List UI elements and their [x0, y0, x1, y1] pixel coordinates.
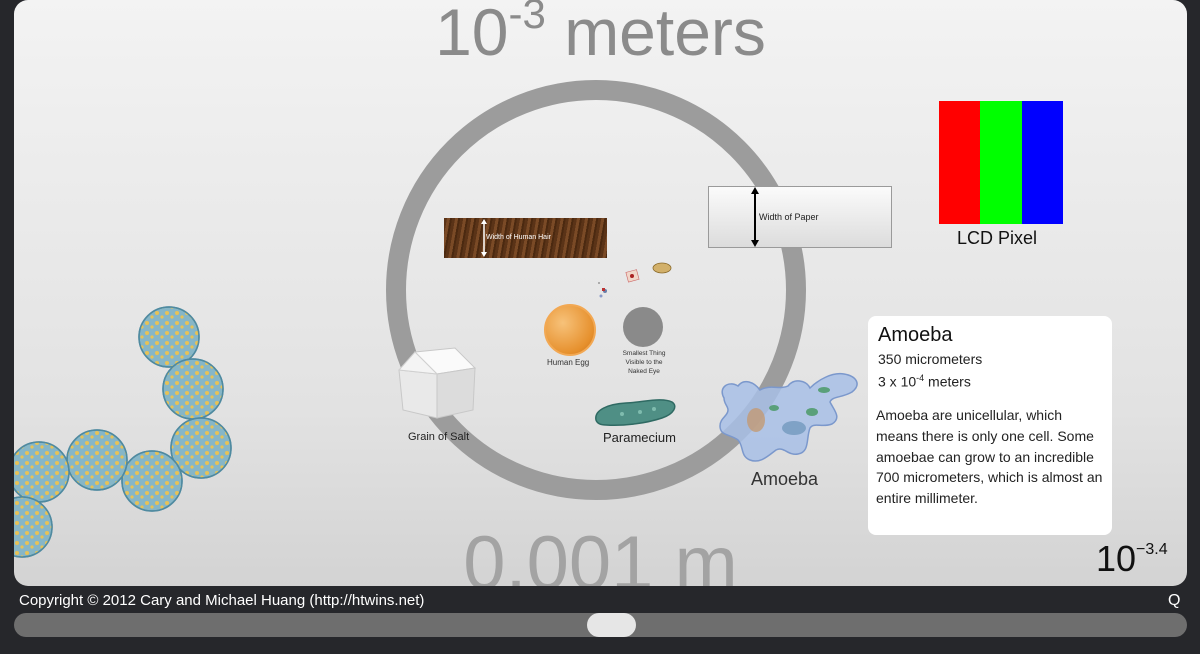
scale-viewport[interactable]: 10-3 meters 0.001 m Width of Human Hair	[14, 0, 1187, 586]
amoeba-image[interactable]	[714, 368, 864, 468]
paramecium-image[interactable]	[592, 394, 678, 430]
tiny-objects-cluster[interactable]	[589, 260, 674, 310]
quality-toggle[interactable]: Q	[1168, 592, 1180, 610]
paramecium-label: Paramecium	[603, 430, 676, 445]
zoom-slider-thumb[interactable]	[587, 613, 637, 637]
info-description: Amoeba are unicellular, which means ther…	[876, 407, 1103, 507]
current-scale: 10−3.4	[1096, 538, 1168, 579]
paper-label: Width of Paper	[759, 212, 819, 222]
power-title: 10-3 meters	[435, 0, 766, 69]
salt-label: Grain of Salt	[408, 431, 470, 443]
info-size: 350 micrometers	[878, 351, 983, 367]
smallest-visible-dot[interactable]	[623, 307, 663, 347]
info-title: Amoeba	[878, 324, 953, 346]
amoeba-label: Amoeba	[751, 469, 819, 489]
egg-label: Human Egg	[547, 358, 590, 367]
lcd-pixel-label: LCD Pixel	[957, 228, 1038, 248]
lcd-pixel-image[interactable]	[939, 101, 1063, 224]
smallest-visible-label: Smallest Thing Visible to the Naked Eye	[622, 350, 666, 375]
human-egg-image[interactable]	[544, 304, 596, 356]
info-meters: 3 x 10-4 meters	[878, 373, 971, 390]
copyright-text: Copyright © 2012 Cary and Michael Huang …	[19, 592, 425, 609]
hair-label: Width of Human Hair	[486, 234, 551, 241]
cell-cluster	[14, 306, 232, 558]
salt-grain-image[interactable]	[397, 346, 479, 424]
